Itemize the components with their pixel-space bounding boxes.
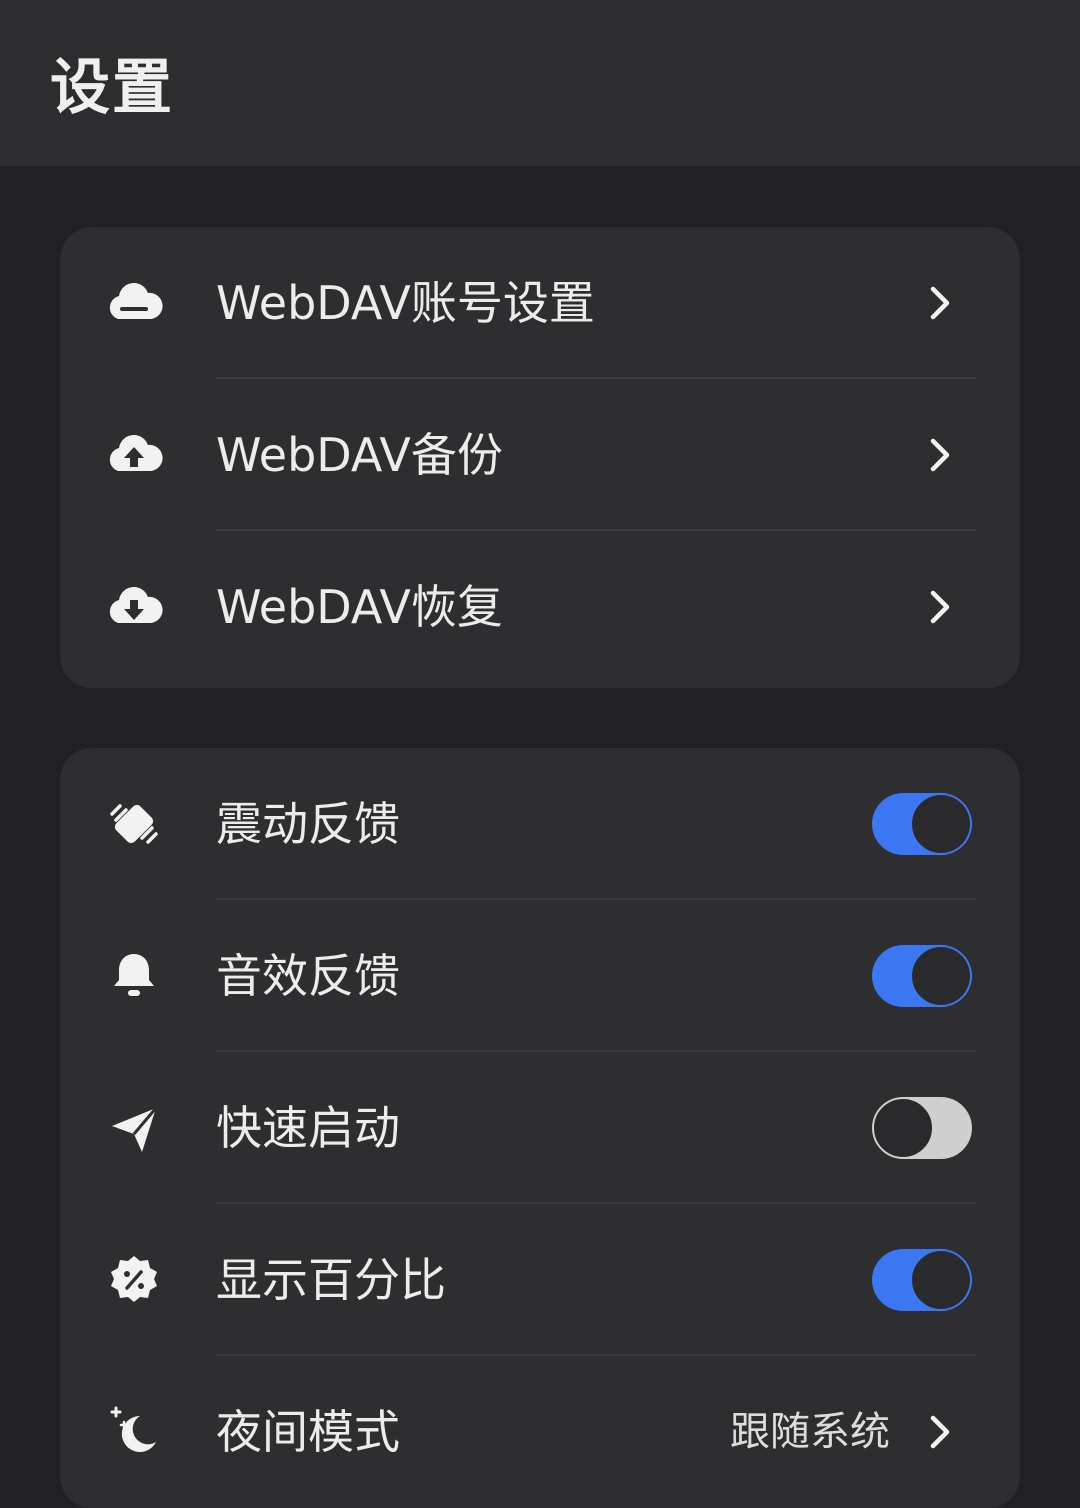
vibration-icon: [104, 794, 164, 854]
chevron-right-icon: [922, 283, 958, 323]
sound-feedback-toggle[interactable]: [872, 945, 972, 1007]
night-mode-row[interactable]: 夜间模式 跟随系统: [60, 1356, 1020, 1508]
toggle-knob: [874, 1099, 932, 1157]
show-percentage-row[interactable]: 显示百分比: [60, 1204, 1020, 1356]
header-bar: 设置: [0, 0, 1080, 166]
percent-badge-icon: [104, 1250, 164, 1310]
toggle-knob: [912, 1251, 970, 1309]
preferences-card: 震动反馈 音效反馈 快速启动 显示百分比 夜间模式 跟随系统: [60, 748, 1020, 1508]
sound-feedback-label: 音效反馈: [216, 949, 400, 1003]
bell-icon: [104, 946, 164, 1006]
chevron-right-icon: [922, 1412, 958, 1452]
send-icon: [104, 1098, 164, 1158]
webdav-restore-row[interactable]: WebDAV恢复: [60, 531, 1020, 683]
quick-launch-row[interactable]: 快速启动: [60, 1052, 1020, 1204]
moon-icon: [104, 1402, 164, 1462]
webdav-account-row[interactable]: WebDAV账号设置: [60, 227, 1020, 379]
night-mode-value: 跟随系统: [730, 1409, 890, 1455]
page-title: 设置: [50, 53, 174, 123]
show-percentage-toggle[interactable]: [872, 1249, 972, 1311]
webdav-restore-label: WebDAV恢复: [216, 580, 503, 634]
quick-launch-toggle[interactable]: [872, 1097, 972, 1159]
toggle-knob: [912, 795, 970, 853]
toggle-knob: [912, 947, 970, 1005]
night-mode-label: 夜间模式: [216, 1405, 400, 1459]
quick-launch-label: 快速启动: [216, 1101, 400, 1155]
vibration-feedback-toggle[interactable]: [872, 793, 972, 855]
show-percentage-label: 显示百分比: [216, 1253, 446, 1307]
webdav-backup-row[interactable]: WebDAV备份: [60, 379, 1020, 531]
vibration-feedback-row[interactable]: 震动反馈: [60, 748, 1020, 900]
cloud-account-icon: [104, 273, 164, 333]
webdav-settings-card: WebDAV账号设置 WebDAV备份 WebDAV恢复: [60, 227, 1020, 688]
webdav-backup-label: WebDAV备份: [216, 428, 503, 482]
vibration-feedback-label: 震动反馈: [216, 797, 400, 851]
webdav-account-label: WebDAV账号设置: [216, 276, 595, 330]
chevron-right-icon: [922, 587, 958, 627]
cloud-download-icon: [104, 577, 164, 637]
sound-feedback-row[interactable]: 音效反馈: [60, 900, 1020, 1052]
chevron-right-icon: [922, 435, 958, 475]
cloud-upload-icon: [104, 425, 164, 485]
